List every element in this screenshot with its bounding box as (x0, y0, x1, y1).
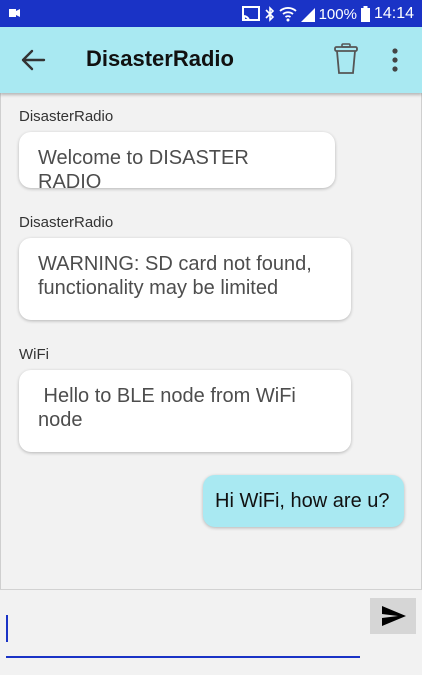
cast-icon (241, 6, 260, 21)
send-button[interactable] (370, 598, 416, 634)
status-icons: 100% 14:14 (241, 4, 414, 24)
message-bubble-incoming[interactable]: WARNING: SD card not found, functionalit… (19, 238, 351, 320)
wifi-icon (278, 7, 297, 22)
signal-icon (300, 8, 315, 22)
message-bubble-incoming[interactable]: Welcome to DISASTER RADIO (19, 132, 335, 193)
bluetooth-icon (265, 6, 274, 22)
message-input-underline (6, 656, 360, 658)
message-bubble-incoming[interactable]: Hello to BLE node from WiFi node (19, 370, 351, 452)
more-vert-icon[interactable] (388, 47, 402, 73)
message-text-line: node (38, 409, 83, 431)
text-cursor (6, 615, 8, 642)
page-title: DisasterRadio (86, 46, 234, 71)
message-sender: DisasterRadio (19, 108, 114, 125)
back-arrow-icon[interactable] (20, 48, 46, 72)
app-bar: DisasterRadio (0, 27, 422, 93)
message-text-line: functionality may be limited (38, 277, 279, 299)
message-text-line: Hello to BLE node from WiFi (38, 385, 296, 407)
trash-icon[interactable] (334, 43, 358, 75)
message-bubble-outgoing[interactable]: Hi WiFi, how are u? (203, 475, 404, 527)
message-sender: DisasterRadio (19, 214, 114, 231)
clock: 14:14 (373, 5, 414, 22)
battery-percent: 100% (318, 5, 357, 23)
message-text: Welcome to DISASTER RADIO (38, 147, 249, 193)
message-list[interactable]: DisasterRadio Welcome to DISASTER RADIO … (0, 93, 422, 589)
status-bar: 100% 14:14 (0, 0, 422, 27)
composer (0, 590, 422, 675)
battery-icon (360, 6, 370, 22)
message-input[interactable] (6, 600, 360, 658)
video-camera-icon (9, 9, 20, 17)
message-text-line: WARNING: SD card not found, (38, 253, 312, 275)
send-icon (382, 606, 406, 626)
message-text: Hi WiFi, how are u? (215, 490, 390, 512)
message-sender: WiFi (19, 346, 49, 363)
